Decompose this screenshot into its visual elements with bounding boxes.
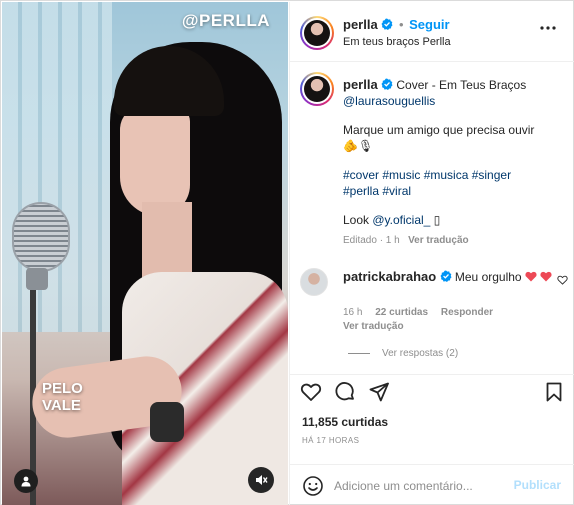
caption-edited-time: Editado · 1 h	[343, 235, 400, 246]
more-options-icon[interactable]	[539, 24, 557, 32]
microphone	[12, 202, 70, 272]
comment-reply-button[interactable]: Responder	[441, 307, 493, 318]
overlay-line: VALE	[42, 397, 81, 414]
video-text-overlay: PELO VALE	[42, 380, 83, 414]
mic-clip	[26, 268, 48, 290]
commenter-username[interactable]: patrickabrahao	[343, 269, 436, 284]
wristwatch	[150, 402, 184, 442]
user-icon	[21, 476, 31, 487]
video-handle-overlay: @PERLLA	[181, 11, 270, 30]
post-details-panel: perlla • Seguir Em teus braços Perlla pe…	[289, 2, 574, 505]
comment-meta: 16 h 22 curtidas Responder Ver tradução	[343, 306, 503, 334]
caption-mention[interactable]: @laurasouguellis	[343, 94, 435, 108]
comment-composer: Publicar	[290, 464, 574, 505]
verified-badge-icon	[440, 270, 452, 282]
background-window	[2, 2, 112, 332]
action-bar	[290, 374, 574, 408]
caption-hashtags[interactable]: #cover #music #musica #singer	[343, 168, 511, 182]
caption-look-suffix: ▯	[433, 213, 441, 227]
post-header: perlla • Seguir Em teus braços Perlla	[290, 2, 574, 62]
replies-divider	[348, 353, 370, 354]
person-neck	[142, 202, 192, 282]
mic-stand	[30, 262, 36, 505]
comment-input[interactable]	[334, 477, 514, 495]
view-replies-label: Ver respostas (2)	[382, 348, 459, 359]
view-replies-button[interactable]: Ver respostas (2)	[348, 348, 458, 359]
author-avatar[interactable]	[300, 16, 334, 50]
caption-avatar[interactable]	[300, 72, 334, 106]
post-video[interactable]: @PERLLA PELO VALE	[2, 2, 288, 505]
volume-off-icon	[256, 475, 268, 485]
verified-badge-icon	[381, 78, 393, 90]
caption-meta: Editado · 1 h Ver tradução	[343, 235, 469, 246]
header-title-row: perlla • Seguir	[343, 17, 450, 32]
caption-paragraph2: Marque um amigo que precisa ouvir	[343, 123, 535, 137]
audio-link[interactable]: Em teus braços Perlla	[343, 36, 451, 48]
comment-translate-link[interactable]: Ver tradução	[343, 321, 404, 332]
likes-count[interactable]: 11,855 curtidas	[302, 415, 388, 429]
comment-body: patrickabrahao Meu orgulho	[343, 269, 553, 285]
heart-icon[interactable]	[300, 381, 322, 403]
emoji-icon[interactable]	[302, 475, 324, 497]
caption-hashtags[interactable]: #perlla #viral	[343, 184, 411, 198]
caption-translate-link[interactable]: Ver tradução	[408, 235, 469, 246]
caption-line1: Cover - Em Teus Braços	[396, 78, 527, 92]
publish-button[interactable]: Publicar	[514, 478, 561, 492]
red-heart-emoji-icon	[540, 271, 552, 282]
red-heart-emoji-icon	[525, 271, 537, 282]
comment-icon[interactable]	[334, 381, 356, 403]
comment-likes[interactable]: 22 curtidas	[375, 307, 428, 318]
author-username[interactable]: perlla	[343, 17, 378, 32]
caption-emoji: 🫵🎙	[343, 139, 374, 153]
caption-look-mention[interactable]: @y.oficial_	[372, 213, 430, 227]
comment-like-icon[interactable]	[557, 275, 568, 285]
overlay-line: PELO	[42, 380, 83, 397]
share-icon[interactable]	[368, 381, 390, 403]
comment-text: Meu orgulho	[454, 270, 522, 284]
separator-dot: •	[398, 17, 404, 32]
person-face	[120, 106, 190, 216]
mute-button[interactable]	[248, 467, 274, 493]
comment-time: 16 h	[343, 307, 363, 318]
caption-look-label: Look	[343, 213, 370, 227]
instagram-post: @PERLLA PELO VALE perlla • Seguir Em teu…	[0, 0, 574, 505]
caption-username[interactable]: perlla	[343, 77, 378, 92]
commenter-avatar[interactable]	[300, 268, 328, 296]
post-timestamp: HÁ 17 HORAS	[302, 436, 360, 445]
bookmark-icon[interactable]	[543, 381, 565, 403]
verified-badge-icon	[381, 18, 393, 30]
caption-body: perlla Cover - Em Teus Braços @laurasoug…	[343, 77, 571, 241]
tagged-users-button[interactable]	[14, 469, 38, 493]
follow-button[interactable]: Seguir	[409, 17, 449, 32]
